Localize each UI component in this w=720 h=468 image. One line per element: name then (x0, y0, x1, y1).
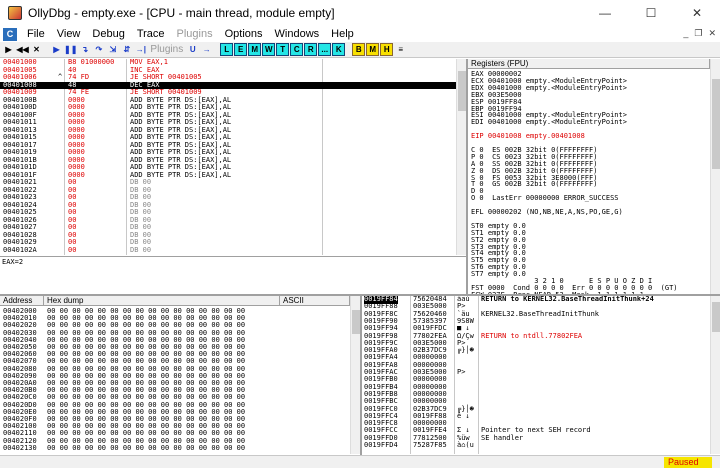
pause-icon[interactable]: ❚❚ (64, 43, 77, 56)
dump-scrollbar[interactable] (350, 296, 360, 454)
registers-scrollbar[interactable] (710, 59, 720, 294)
stack-row[interactable]: 0019FFD4 75287F85 à⌂(u (362, 441, 708, 450)
toolbar-menu-icon[interactable]: ≡ (394, 43, 408, 56)
menu-plugins[interactable]: Plugins (171, 28, 219, 40)
run-icon[interactable]: ▶ (50, 43, 63, 56)
menu-help[interactable]: Help (325, 28, 360, 40)
plugins-toolbar-text: Plugins (150, 44, 184, 55)
mdi-restore-icon[interactable]: ❐ (694, 28, 702, 39)
step-over-icon[interactable]: ↷ (92, 43, 105, 56)
window-button-e[interactable]: E (234, 43, 248, 56)
stack-ascii: à⌂(u (457, 441, 474, 449)
register-line[interactable]: EIP 00401008 empty.00401008 (471, 132, 585, 141)
restart-icon[interactable]: ◀◀ (16, 43, 29, 56)
register-line[interactable]: T 0 GS 002B 32bit 0(FFFFFFFF) (471, 181, 597, 189)
stack-address: 0019FFD4 (364, 441, 398, 449)
mdi-child-icon[interactable]: C (3, 27, 17, 41)
open-icon[interactable]: ▶ (2, 43, 15, 56)
step-into-icon[interactable]: ↴ (78, 43, 91, 56)
window-button-w[interactable]: W (262, 43, 276, 56)
stack-value: 75287F85 (413, 441, 447, 449)
menu-debug[interactable]: Debug (86, 28, 130, 40)
close-button[interactable]: ✕ (674, 0, 720, 26)
window-button-h-yellow[interactable]: H (380, 43, 394, 56)
minimize-button[interactable]: — (582, 0, 628, 26)
window-button-l[interactable]: L (220, 43, 234, 56)
menu-bar: C File View Debug Trace Plugins Options Window… (0, 26, 720, 42)
exec-till-user-icon[interactable]: → (200, 43, 213, 56)
menu-view[interactable]: View (51, 28, 87, 40)
window-button-m[interactable]: M (248, 43, 262, 56)
close-program-icon[interactable]: ✕ (30, 43, 43, 56)
dump-ascii-header[interactable]: ASCII (280, 296, 350, 306)
menu-windows[interactable]: Windows (269, 28, 326, 40)
mdi-minimize-icon[interactable]: _ (683, 28, 688, 39)
window-button-m-yellow[interactable]: M (366, 43, 380, 56)
disassembly-scrollbar[interactable] (456, 59, 466, 255)
window-button-c[interactable]: C (290, 43, 304, 56)
ollydbg-app-icon (8, 6, 22, 20)
disassembly-panel[interactable]: 00401000 B8 01000000 MOV EAX,1 00401005 40 IN… (0, 59, 466, 255)
trace-over-icon[interactable]: ⇵ (120, 43, 133, 56)
dump-row[interactable]: 00402130 00 00 00 00 00 00 00 00 00 00 00… (0, 443, 350, 453)
info-pane: EAX=2 (0, 256, 466, 294)
window-button-t[interactable]: T (276, 43, 290, 56)
status-bar: Paused (0, 455, 720, 468)
maximize-button[interactable]: ☐ (628, 0, 674, 26)
registers-panel[interactable]: Registers (FPU) EAX 00000002 ECX 00401000… (468, 59, 720, 294)
disassembly-row[interactable]: 0040102A 00 DB 00 (0, 245, 456, 255)
registers-header: Registers (FPU) (468, 59, 710, 69)
mdi-close-icon[interactable]: ✕ (708, 28, 716, 39)
disasm-hex: 00 (68, 245, 77, 254)
toolbar: ▶ ◀◀ ✕ ▶ ❚❚ ↴ ↷ ⇲ ⇵ →| Plugins U → L E M W T C R... K B M H ≡ (0, 42, 720, 58)
register-line[interactable]: EFL 00000202 (NO,NB,NE,A,NS,PO,GE,G) (471, 208, 623, 217)
register-line[interactable]: O 0 LastErr 00000000 ERROR_SUCCESS (471, 195, 619, 203)
info-text: EAX=2 (2, 258, 24, 266)
title-bar: OllyDbg - empty.exe - [CPU - main thread… (0, 0, 720, 26)
dump-address-header[interactable]: Address (0, 296, 44, 306)
dump-hex: 00 00 00 00 00 00 00 00 00 00 00 00 00 0… (47, 443, 246, 452)
menu-trace[interactable]: Trace (131, 28, 171, 40)
disasm-address: 0040102A (3, 245, 37, 254)
window-title: OllyDbg - empty.exe - [CPU - main thread… (28, 6, 335, 20)
window-button-dots[interactable]: ... (318, 43, 332, 56)
disasm-jump-arrow: ^ (58, 73, 63, 81)
go-to-expression-icon[interactable]: U (186, 43, 199, 56)
status-paused-badge: Paused (664, 457, 712, 468)
dump-hex-header[interactable]: Hex dump (44, 296, 280, 306)
window-button-b-yellow[interactable]: B (352, 43, 366, 56)
execute-till-return-icon[interactable]: →| (134, 43, 147, 56)
stack-scrollbar[interactable] (710, 296, 720, 454)
disasm-command: DB 00 (130, 245, 152, 254)
window-button-k[interactable]: K (332, 43, 346, 56)
stack-panel[interactable]: 0019FF84 75620484 äaù RETURN to KERNEL32.Ba… (362, 296, 720, 454)
register-line[interactable]: EDI 00401000 empty.<ModuleEntryPoint> (471, 119, 627, 127)
window-button-r[interactable]: R (304, 43, 318, 56)
trace-into-icon[interactable]: ⇲ (106, 43, 119, 56)
hex-dump-panel[interactable]: Address Hex dump ASCII 00402000 00 00 00 … (0, 296, 360, 454)
menu-file[interactable]: File (21, 28, 51, 40)
menu-options[interactable]: Options (219, 28, 269, 40)
dump-address: 00402130 (3, 443, 37, 452)
